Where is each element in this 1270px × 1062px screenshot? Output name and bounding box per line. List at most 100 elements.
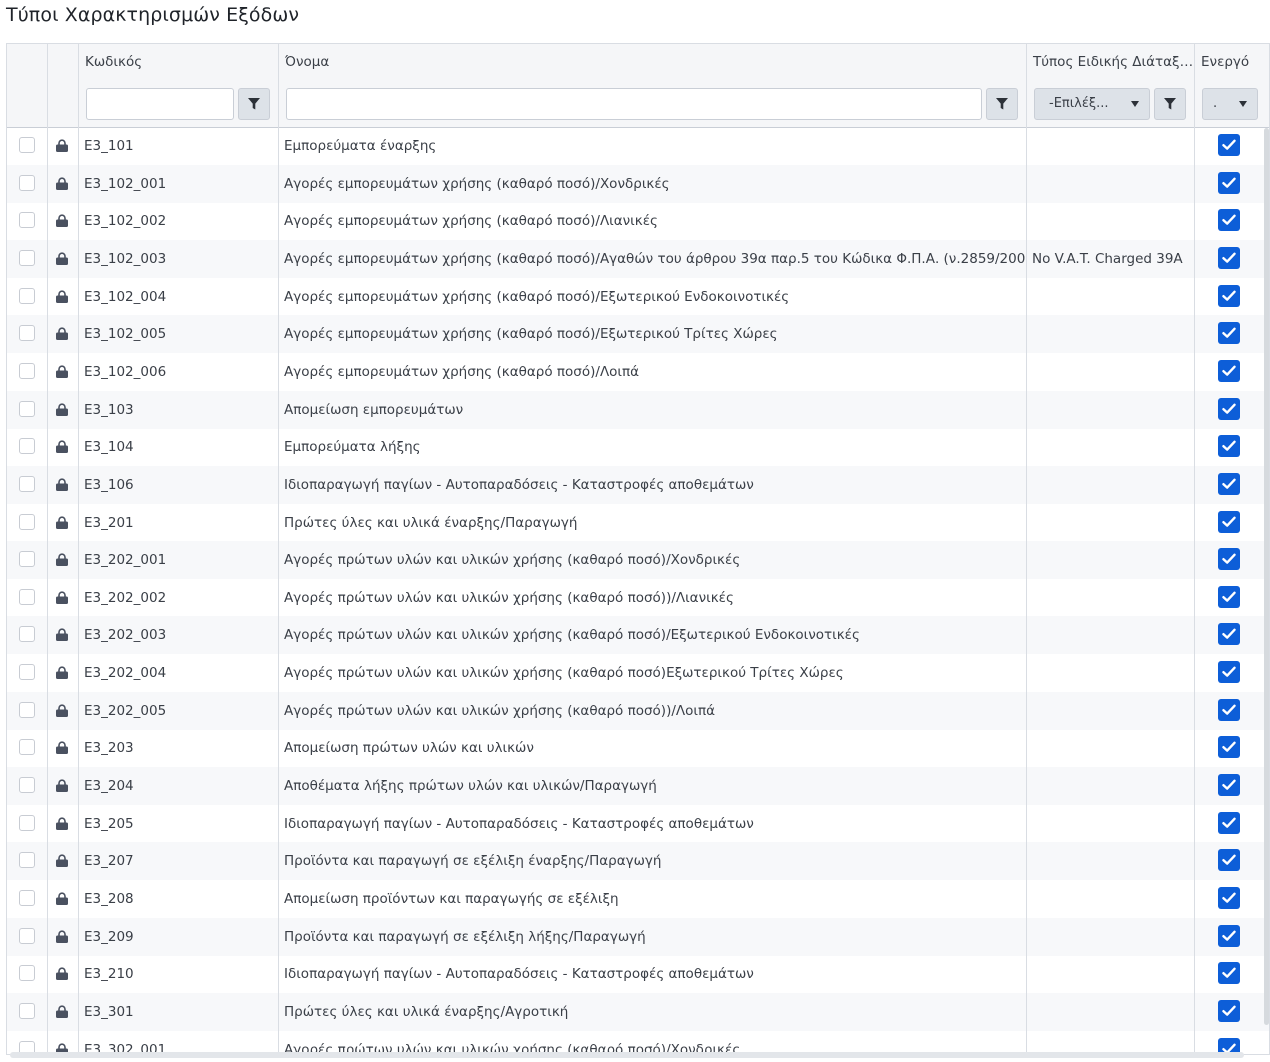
active-checkbox[interactable] bbox=[1218, 510, 1240, 533]
active-checkbox[interactable] bbox=[1218, 962, 1240, 985]
active-checkbox[interactable] bbox=[1218, 811, 1240, 834]
row-select-checkbox[interactable] bbox=[19, 137, 35, 153]
table-row[interactable]: E3_201 Πρώτες ύλες και υλικά έναρξης/Παρα… bbox=[7, 504, 1269, 542]
table-row[interactable]: E3_209 Προϊόντα και παραγωγή σε εξέλιξη λ… bbox=[7, 917, 1269, 956]
table-row[interactable]: E3_102_005 Αγορές εμπορευμάτων χρήσης (κα… bbox=[7, 315, 1269, 354]
vertical-scrollbar[interactable] bbox=[1264, 128, 1269, 1025]
table-row[interactable]: E3_102_001 Αγορές εμπορευμάτων χρήσης (κα… bbox=[7, 164, 1269, 203]
row-select-checkbox[interactable] bbox=[19, 626, 35, 643]
active-checkbox[interactable] bbox=[1218, 736, 1240, 759]
row-select-checkbox[interactable] bbox=[19, 927, 35, 944]
cell-code: E3_103 bbox=[84, 401, 134, 418]
active-checkbox[interactable] bbox=[1218, 435, 1240, 458]
active-checkbox[interactable] bbox=[1218, 397, 1240, 420]
column-header-special-type[interactable]: Τύπος Ειδικής Διάταξης bbox=[1026, 44, 1194, 80]
table-row[interactable]: E3_202_001 Αγορές πρώτων υλών και υλικών … bbox=[7, 541, 1269, 580]
active-checkbox[interactable] bbox=[1218, 322, 1240, 345]
table-row[interactable]: E3_102_006 Αγορές εμπορευμάτων χρήσης (κα… bbox=[7, 353, 1269, 391]
table-row[interactable]: E3_208 Απομείωση προϊόντων και παραγωγής … bbox=[7, 880, 1269, 918]
special-type-filter-select[interactable]: -Επιλέξ... bbox=[1034, 88, 1150, 120]
active-checkbox[interactable] bbox=[1218, 472, 1240, 495]
row-select-checkbox[interactable] bbox=[19, 438, 35, 455]
active-checkbox[interactable] bbox=[1218, 359, 1240, 382]
name-filter-input[interactable] bbox=[286, 88, 982, 120]
cell-name: Αγορές πρώτων υλών και υλικών χρήσης (κα… bbox=[284, 589, 734, 606]
row-select-checkbox[interactable] bbox=[19, 475, 35, 492]
table-row[interactable]: E3_202_003 Αγορές πρώτων υλών και υλικών … bbox=[7, 616, 1269, 655]
row-select-checkbox[interactable] bbox=[19, 588, 35, 605]
table-row[interactable]: E3_103 Απομείωση εμπορευμάτων bbox=[7, 390, 1269, 429]
row-select-checkbox[interactable] bbox=[19, 174, 35, 191]
table-row[interactable]: E3_301 Πρώτες ύλες και υλικά έναρξης/Αγρο… bbox=[7, 992, 1269, 1031]
name-filter-button[interactable] bbox=[986, 88, 1018, 120]
table-row[interactable]: E3_207 Προϊόντα και παραγωγή σε εξέλιξη έ… bbox=[7, 842, 1269, 881]
active-checkbox[interactable] bbox=[1218, 246, 1240, 269]
row-select-checkbox[interactable] bbox=[19, 777, 35, 794]
row-select-checkbox[interactable] bbox=[19, 400, 35, 417]
filter-row: -Επιλέξ... . bbox=[7, 80, 1269, 128]
row-select-checkbox[interactable] bbox=[19, 362, 35, 379]
chevron-down-icon bbox=[1131, 101, 1139, 107]
code-filter-input[interactable] bbox=[86, 88, 234, 120]
cell-special-type bbox=[1026, 428, 1194, 466]
active-checkbox[interactable] bbox=[1218, 661, 1240, 684]
cell-special-type bbox=[1026, 504, 1194, 542]
table-row[interactable]: E3_106 Ιδιοπαραγωγή παγίων - Αυτοπαραδόσε… bbox=[7, 465, 1269, 504]
cell-name: Αγορές εμπορευμάτων χρήσης (καθαρό ποσό)… bbox=[284, 326, 778, 343]
active-checkbox[interactable] bbox=[1218, 548, 1240, 571]
check-icon bbox=[1222, 478, 1236, 489]
table-row[interactable]: E3_204 Αποθέματα λήξης πρώτων υλών και υλ… bbox=[7, 767, 1269, 806]
active-checkbox[interactable] bbox=[1218, 134, 1240, 156]
table-row[interactable]: E3_210 Ιδιοπαραγωγή παγίων - Αυτοπαραδόσε… bbox=[7, 955, 1269, 993]
table-row[interactable]: E3_102_002 Αγορές εμπορευμάτων χρήσης (κα… bbox=[7, 202, 1269, 240]
active-checkbox[interactable] bbox=[1218, 924, 1240, 947]
row-select-checkbox[interactable] bbox=[19, 890, 35, 906]
cell-name: Απομείωση εμπορευμάτων bbox=[284, 401, 464, 418]
row-select-checkbox[interactable] bbox=[19, 287, 35, 304]
row-select-checkbox[interactable] bbox=[19, 1002, 35, 1019]
active-checkbox[interactable] bbox=[1218, 698, 1240, 721]
code-filter-button[interactable] bbox=[238, 88, 270, 120]
table-row[interactable]: E3_202_004 Αγορές πρώτων υλών και υλικών … bbox=[7, 654, 1269, 692]
active-checkbox[interactable] bbox=[1218, 171, 1240, 194]
table-row[interactable]: E3_203 Απομείωση πρώτων υλών και υλικών bbox=[7, 729, 1269, 767]
special-type-filter-button[interactable] bbox=[1154, 88, 1186, 120]
row-select-checkbox[interactable] bbox=[19, 739, 35, 756]
table-row[interactable]: E3_202_002 Αγορές πρώτων υλών και υλικών … bbox=[7, 579, 1269, 617]
table-row[interactable]: E3_205 Ιδιοπαραγωγή παγίων - Αυτοπαραδόσε… bbox=[7, 805, 1269, 843]
row-select-checkbox[interactable] bbox=[19, 325, 35, 342]
row-select-checkbox[interactable] bbox=[19, 701, 35, 718]
row-select-checkbox[interactable] bbox=[19, 513, 35, 530]
row-select-checkbox[interactable] bbox=[19, 664, 35, 681]
cell-code: E3_202_002 bbox=[84, 589, 167, 606]
row-select-checkbox[interactable] bbox=[19, 551, 35, 568]
column-header-code[interactable]: Κωδικός bbox=[78, 44, 278, 80]
table-row[interactable]: E3_102_003 Αγορές εμπορευμάτων χρήσης (κα… bbox=[7, 239, 1269, 278]
active-checkbox[interactable] bbox=[1218, 849, 1240, 872]
check-icon bbox=[1222, 553, 1236, 564]
column-header-active[interactable]: Ενεργό bbox=[1194, 44, 1269, 80]
row-select-checkbox[interactable] bbox=[19, 965, 35, 982]
active-checkbox[interactable] bbox=[1218, 774, 1240, 797]
row-select-checkbox[interactable] bbox=[19, 212, 35, 229]
active-checkbox[interactable] bbox=[1218, 585, 1240, 608]
active-checkbox[interactable] bbox=[1218, 209, 1240, 232]
table-row[interactable]: E3_302_001 Αγορές πρώτων υλών και υλικών … bbox=[7, 1031, 1269, 1054]
table-row[interactable]: E3_104 Εμπορεύματα λήξης bbox=[7, 428, 1269, 466]
active-filter-select[interactable]: . bbox=[1202, 88, 1258, 120]
row-select-checkbox[interactable] bbox=[19, 249, 35, 266]
table-row[interactable]: E3_102_004 Αγορές εμπορευμάτων χρήσης (κα… bbox=[7, 278, 1269, 316]
row-select-checkbox[interactable] bbox=[19, 852, 35, 869]
lock-icon bbox=[56, 290, 68, 303]
horizontal-scrollbar[interactable] bbox=[10, 1052, 1244, 1058]
column-header-name[interactable]: Όνομα bbox=[278, 44, 1026, 80]
cell-name: Αγορές εμπορευμάτων χρήσης (καθαρό ποσό)… bbox=[284, 213, 658, 230]
active-checkbox[interactable] bbox=[1218, 623, 1240, 646]
cell-special-type bbox=[1026, 842, 1194, 880]
table-row[interactable]: E3_101 Εμπορεύματα έναρξης bbox=[7, 127, 1269, 165]
active-checkbox[interactable] bbox=[1218, 999, 1240, 1022]
table-row[interactable]: E3_202_005 Αγορές πρώτων υλών και υλικών … bbox=[7, 691, 1269, 730]
active-checkbox[interactable] bbox=[1218, 284, 1240, 307]
active-checkbox[interactable] bbox=[1218, 887, 1240, 909]
row-select-checkbox[interactable] bbox=[19, 814, 35, 831]
